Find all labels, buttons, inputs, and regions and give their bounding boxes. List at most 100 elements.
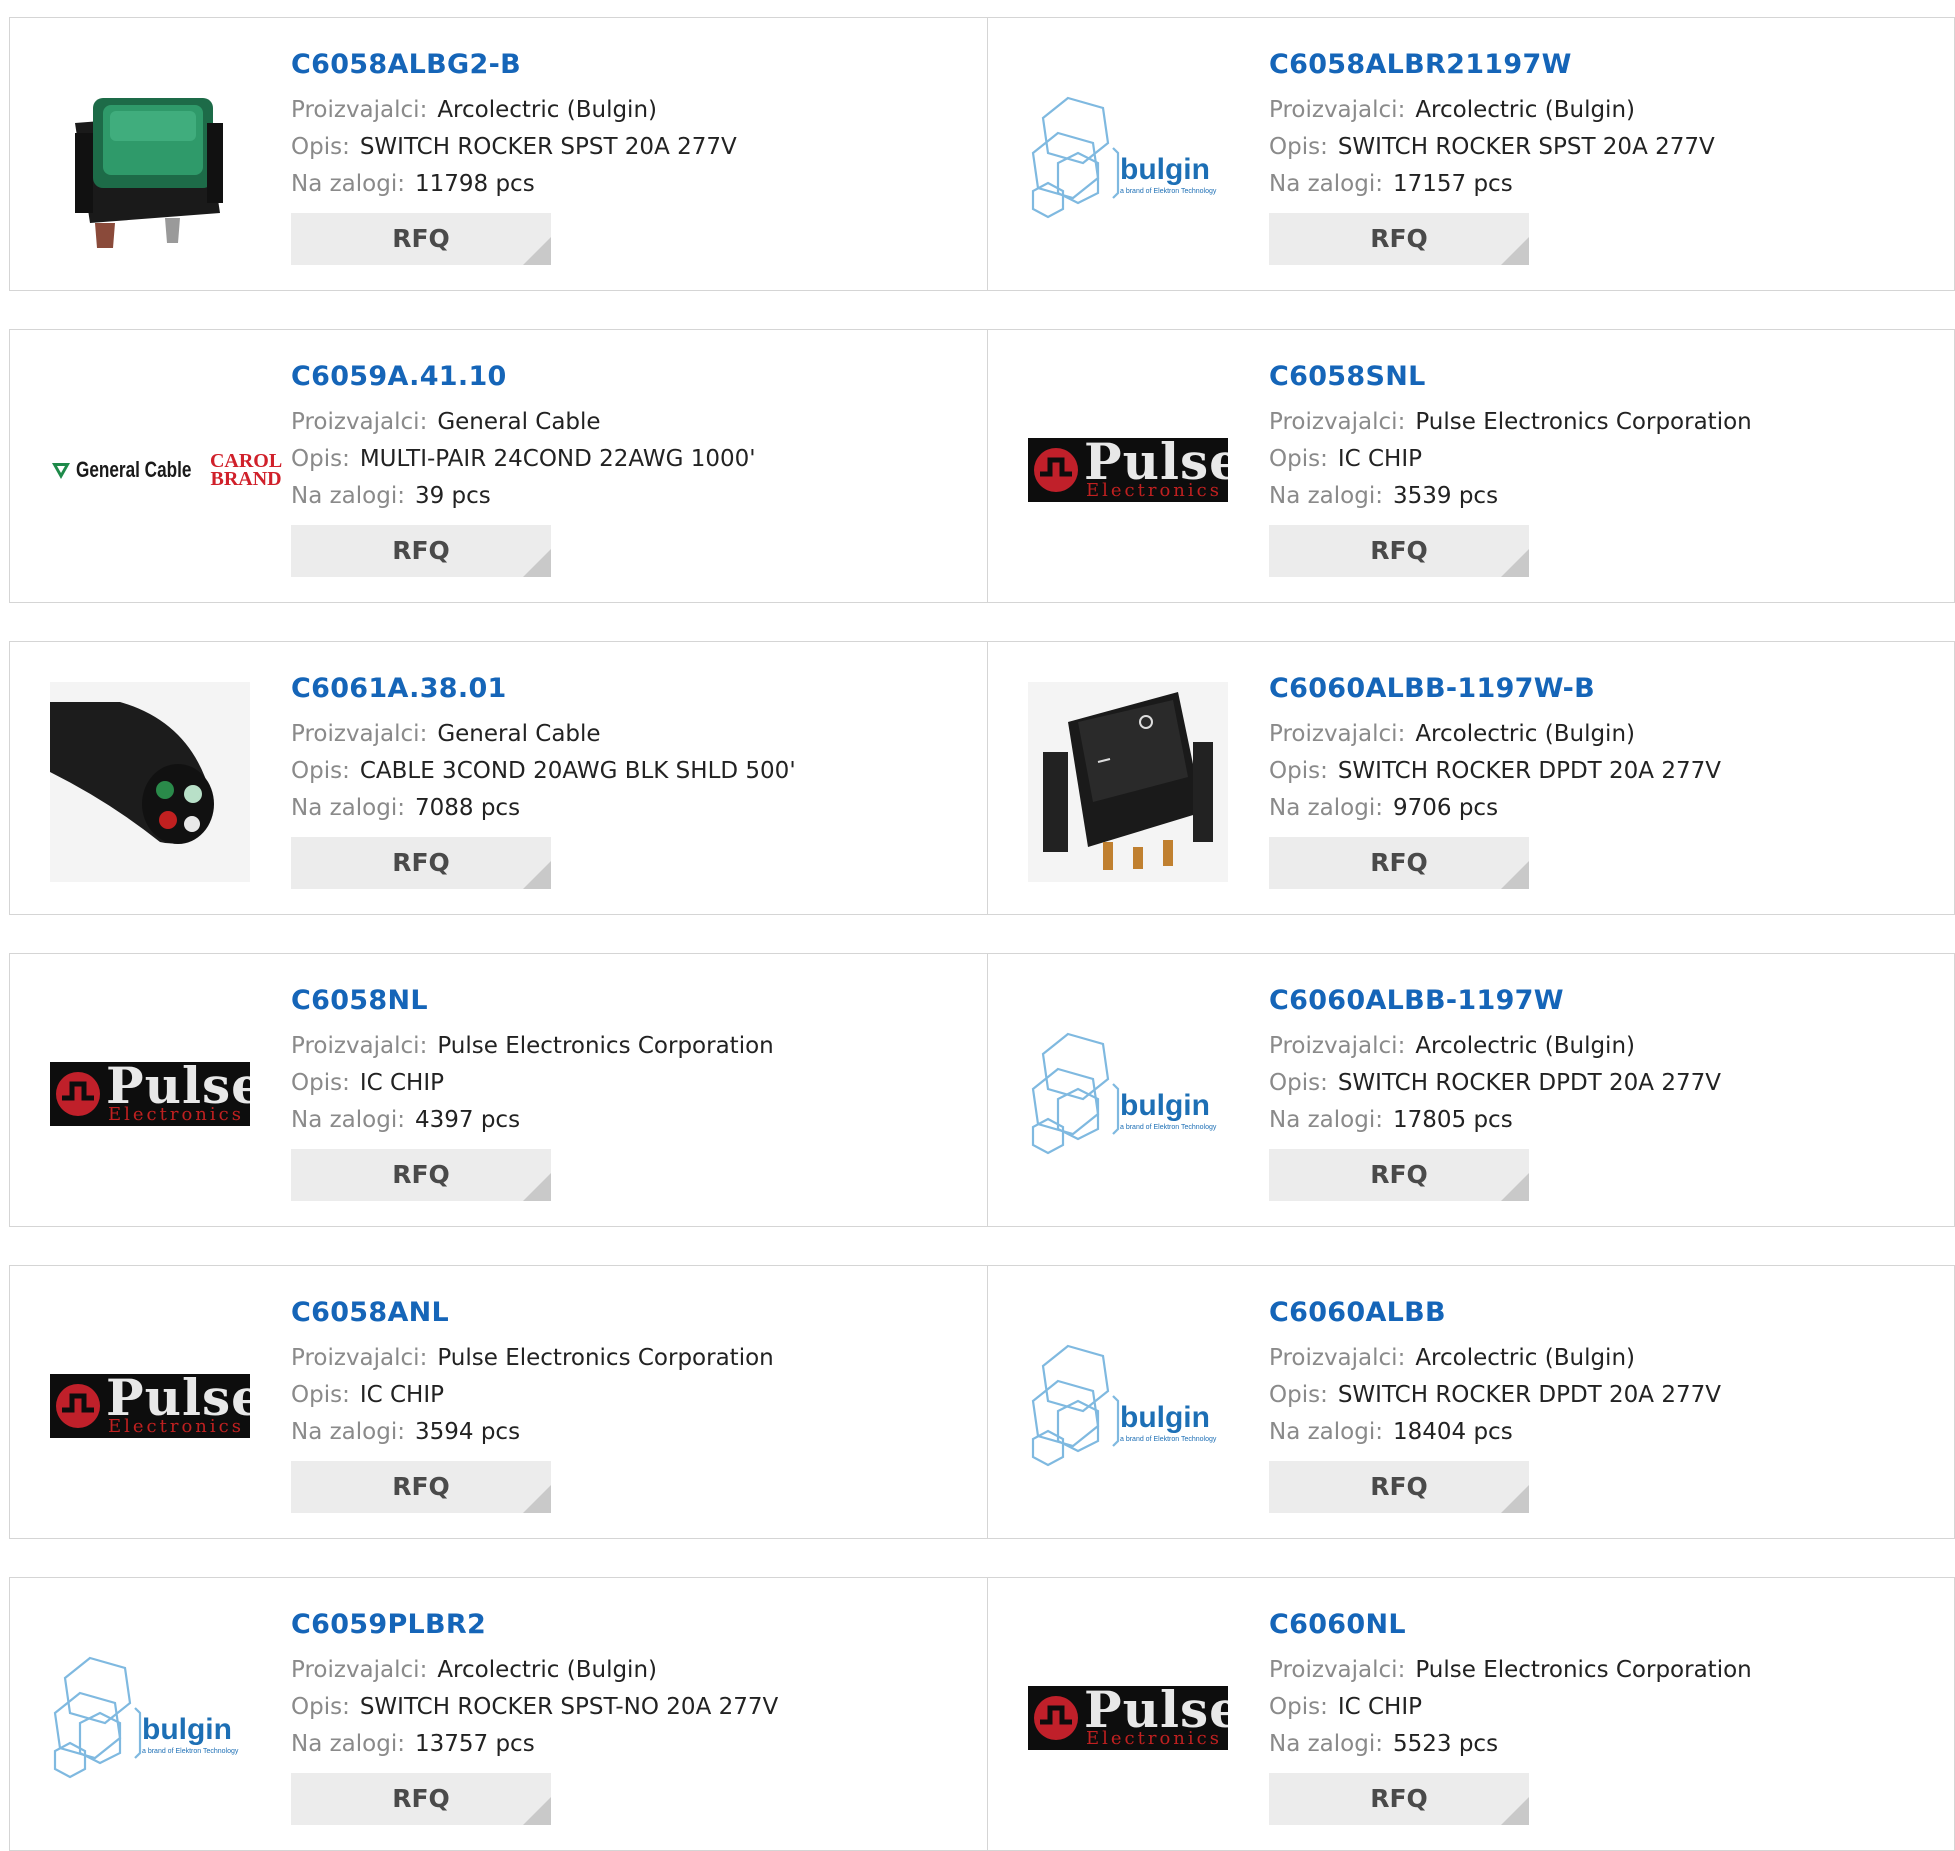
part-number-link[interactable]: C6060NL bbox=[1269, 1608, 1752, 1642]
product-info: C6059A.41.10 Proizvajalci: General Cable … bbox=[291, 360, 756, 577]
description-value: IC CHIP bbox=[359, 1382, 444, 1408]
rfq-button[interactable]: RFQ bbox=[1269, 1773, 1529, 1825]
svg-text:a brand of Elektron Technology: a brand of Elektron Technology bbox=[142, 1748, 239, 1755]
part-number-link[interactable]: C6060ALBB bbox=[1269, 1296, 1721, 1330]
part-number-link[interactable]: C6060ALBB-1197W-B bbox=[1269, 672, 1721, 706]
product-info: C6058NL Proizvajalci: Pulse Electronics C… bbox=[291, 984, 774, 1201]
rfq-label: RFQ bbox=[1370, 536, 1428, 565]
bulgin-logo-icon: bulgin a brand of Elektron Technology bbox=[1031, 1344, 1217, 1467]
part-number-link[interactable]: C6058ALBG2-B bbox=[291, 48, 737, 82]
stock-line: Na zalogi: 39 pcs bbox=[291, 478, 756, 515]
product-card: C6058ALBG2-B Proizvajalci: Arcolectric (B… bbox=[9, 17, 988, 291]
manufacturer-value: Arcolectric (Bulgin) bbox=[437, 97, 657, 123]
bulgin-logo-icon: bulgin a brand of Elektron Technology bbox=[1031, 96, 1217, 219]
rfq-button[interactable]: RFQ bbox=[291, 1773, 551, 1825]
manufacturer-value: Pulse Electronics Corporation bbox=[1415, 1657, 1752, 1683]
stock-value: 9706 pcs bbox=[1392, 795, 1499, 821]
product-image-bulgin-logo[interactable]: bulgin a brand of Elektron Technology bbox=[50, 1618, 250, 1818]
part-number-link[interactable]: C6060ALBB-1197W bbox=[1269, 984, 1721, 1018]
rfq-label: RFQ bbox=[1370, 224, 1428, 253]
product-image-bulgin-logo[interactable]: bulgin a brand of Elektron Technology bbox=[1028, 994, 1228, 1194]
rfq-button[interactable]: RFQ bbox=[1269, 1461, 1529, 1513]
manufacturer-label: Proizvajalci: bbox=[291, 409, 428, 435]
product-row: C6061A.38.01 Proizvajalci: General Cable … bbox=[9, 641, 1955, 915]
description-value: CABLE 3COND 20AWG BLK SHLD 500' bbox=[359, 758, 796, 784]
product-image-bulgin-logo[interactable]: bulgin a brand of Elektron Technology bbox=[1028, 58, 1228, 258]
manufacturer-line: Proizvajalci: Arcolectric (Bulgin) bbox=[1269, 1028, 1721, 1065]
part-number-link[interactable]: C6058SNL bbox=[1269, 360, 1752, 394]
svg-text:a brand of Elektron Technology: a brand of Elektron Technology bbox=[1120, 1124, 1217, 1131]
bulgin-logo-icon: bulgin a brand of Elektron Technology bbox=[53, 1656, 239, 1779]
manufacturer-line: Proizvajalci: Arcolectric (Bulgin) bbox=[1269, 92, 1715, 129]
rfq-button[interactable]: RFQ bbox=[291, 213, 551, 265]
manufacturer-line: Proizvajalci: Pulse Electronics Corporati… bbox=[1269, 1652, 1752, 1689]
stock-label: Na zalogi: bbox=[291, 1419, 405, 1445]
corner-triangle-icon bbox=[523, 549, 551, 577]
product-card: bulgin a brand of Elektron Technology C6… bbox=[9, 1577, 988, 1851]
manufacturer-line: Proizvajalci: Arcolectric (Bulgin) bbox=[1269, 716, 1721, 753]
product-image-general-cable-logo[interactable]: General Cable CAROL BRAND bbox=[50, 370, 282, 570]
product-image-pulse-logo[interactable]: Pulse Electronics bbox=[1028, 1618, 1228, 1818]
stock-value: 7088 pcs bbox=[414, 795, 521, 821]
manufacturer-line: Proizvajalci: Pulse Electronics Corporati… bbox=[291, 1340, 774, 1377]
rfq-button[interactable]: RFQ bbox=[1269, 837, 1529, 889]
product-info: C6060ALBB-1197W-B Proizvajalci: Arcolectr… bbox=[1269, 672, 1721, 889]
manufacturer-line: Proizvajalci: Pulse Electronics Corporati… bbox=[291, 1028, 774, 1065]
part-number-link[interactable]: C6058ALBR21197W bbox=[1269, 48, 1715, 82]
description-value: SWITCH ROCKER SPST 20A 277V bbox=[359, 134, 737, 160]
rfq-button[interactable]: RFQ bbox=[291, 525, 551, 577]
stock-label: Na zalogi: bbox=[291, 1107, 405, 1133]
stock-line: Na zalogi: 5523 pcs bbox=[1269, 1726, 1752, 1763]
product-image-green-rocker-switch[interactable] bbox=[50, 58, 250, 258]
manufacturer-label: Proizvajalci: bbox=[1269, 721, 1406, 747]
description-line: Opis: IC CHIP bbox=[1269, 441, 1752, 478]
rfq-button[interactable]: RFQ bbox=[1269, 1149, 1529, 1201]
rfq-button[interactable]: RFQ bbox=[1269, 213, 1529, 265]
part-number-link[interactable]: C6059PLBR2 bbox=[291, 1608, 778, 1642]
product-image-pulse-logo[interactable]: Pulse Electronics bbox=[50, 1306, 250, 1506]
rfq-label: RFQ bbox=[392, 224, 450, 253]
manufacturer-value: Arcolectric (Bulgin) bbox=[1415, 1345, 1635, 1371]
description-label: Opis: bbox=[291, 1070, 350, 1096]
description-line: Opis: CABLE 3COND 20AWG BLK SHLD 500' bbox=[291, 753, 796, 790]
description-value: SWITCH ROCKER DPDT 20A 277V bbox=[1337, 758, 1721, 784]
manufacturer-label: Proizvajalci: bbox=[1269, 1657, 1406, 1683]
product-row: Pulse Electronics C6058ANL Proizvajalci:… bbox=[9, 1265, 1955, 1539]
product-image-bulgin-logo[interactable]: bulgin a brand of Elektron Technology bbox=[1028, 1306, 1228, 1506]
rfq-button[interactable]: RFQ bbox=[291, 1461, 551, 1513]
corner-triangle-icon bbox=[1501, 861, 1529, 889]
description-line: Opis: SWITCH ROCKER DPDT 20A 277V bbox=[1269, 1065, 1721, 1102]
part-number-link[interactable]: C6058NL bbox=[291, 984, 774, 1018]
rfq-button[interactable]: RFQ bbox=[1269, 525, 1529, 577]
stock-value: 4397 pcs bbox=[414, 1107, 521, 1133]
product-image-cable-end[interactable] bbox=[50, 682, 250, 882]
manufacturer-label: Proizvajalci: bbox=[1269, 97, 1406, 123]
product-card: General Cable CAROL BRAND C6059A.41.10 Pr… bbox=[9, 329, 988, 603]
rfq-label: RFQ bbox=[1370, 1784, 1428, 1813]
corner-triangle-icon bbox=[1501, 1797, 1529, 1825]
manufacturer-value: Arcolectric (Bulgin) bbox=[1415, 97, 1635, 123]
description-line: Opis: IC CHIP bbox=[1269, 1689, 1752, 1726]
product-row: bulgin a brand of Elektron Technology C6… bbox=[9, 1577, 1955, 1851]
product-image-pulse-logo[interactable]: Pulse Electronics bbox=[1028, 370, 1228, 570]
part-number-link[interactable]: C6058ANL bbox=[291, 1296, 774, 1330]
product-card: Pulse Electronics C6058NL Proizvajalci: P… bbox=[9, 953, 988, 1227]
manufacturer-label: Proizvajalci: bbox=[1269, 1345, 1406, 1371]
description-value: SWITCH ROCKER DPDT 20A 277V bbox=[1337, 1070, 1721, 1096]
part-number-link[interactable]: C6059A.41.10 bbox=[291, 360, 756, 394]
product-card: bulgin a brand of Elektron Technology C6… bbox=[988, 17, 1955, 291]
product-card: Pulse Electronics C6058SNL Proizvajalci:… bbox=[988, 329, 1955, 603]
rfq-label: RFQ bbox=[392, 1472, 450, 1501]
rfq-button[interactable]: RFQ bbox=[291, 837, 551, 889]
description-line: Opis: IC CHIP bbox=[291, 1377, 774, 1414]
product-info: C6058ANL Proizvajalci: Pulse Electronics … bbox=[291, 1296, 774, 1513]
description-label: Opis: bbox=[1269, 446, 1328, 472]
product-image-pulse-logo[interactable]: Pulse Electronics bbox=[50, 994, 250, 1194]
rfq-button[interactable]: RFQ bbox=[291, 1149, 551, 1201]
description-label: Opis: bbox=[1269, 134, 1328, 160]
product-info: C6060ALBB-1197W Proizvajalci: Arcolectric… bbox=[1269, 984, 1721, 1201]
product-image-black-rocker-switch[interactable] bbox=[1028, 682, 1228, 882]
part-number-link[interactable]: C6061A.38.01 bbox=[291, 672, 796, 706]
stock-line: Na zalogi: 3594 pcs bbox=[291, 1414, 774, 1451]
manufacturer-value: General Cable bbox=[437, 721, 601, 747]
